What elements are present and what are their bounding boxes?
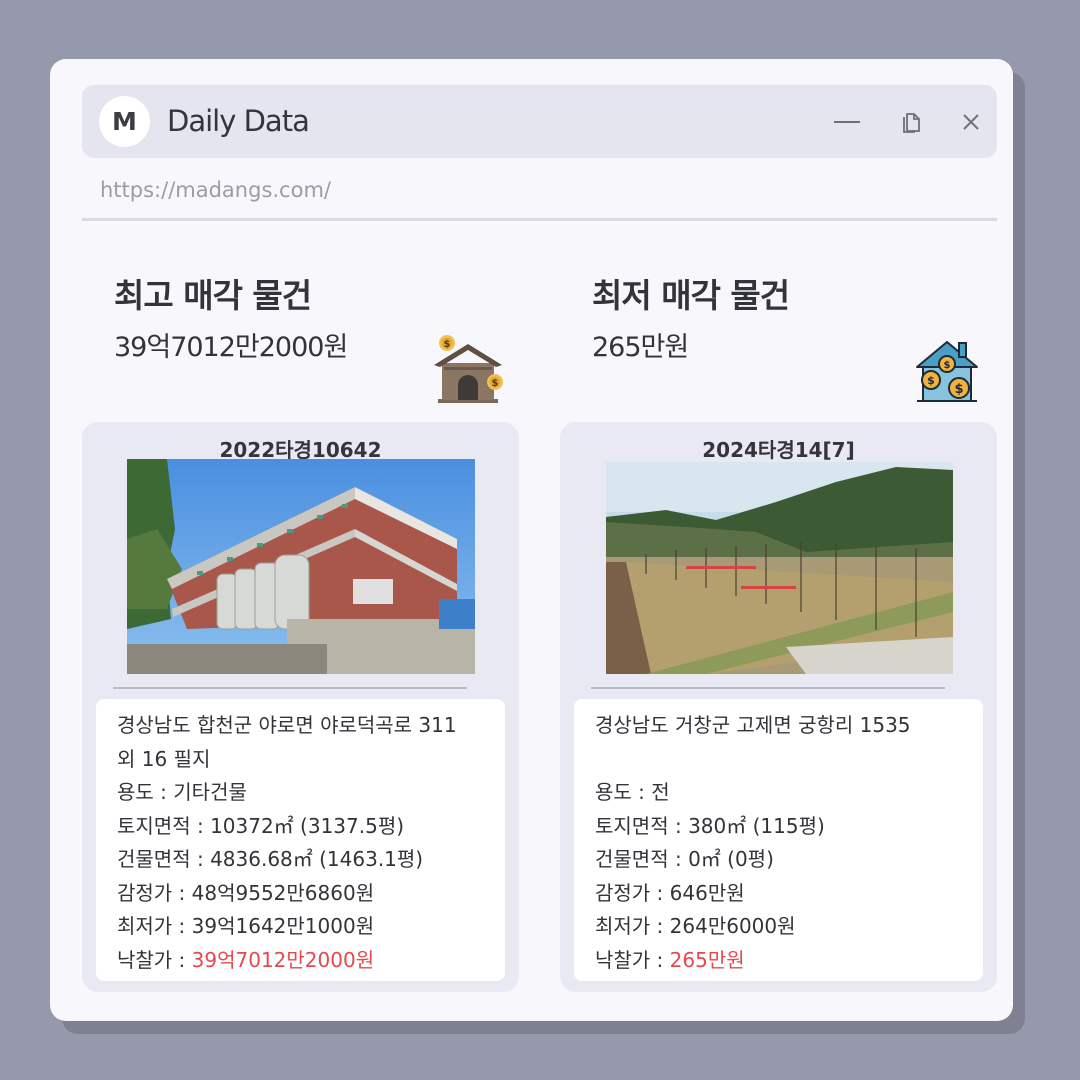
highest-building-row: 건물면적 : 4836.68㎡ (1463.1평) — [117, 843, 484, 877]
land-label: 토지면적 : — [595, 813, 689, 838]
lowest-details: 경상남도 거창군 고제면 궁항리 1535 용도 : 전 토지면적 : 380㎡… — [574, 699, 983, 981]
highest-card-divider — [113, 687, 467, 689]
highest-land-area: 10372㎡ (3137.5평) — [210, 813, 405, 838]
lowest-address: 경상남도 거창군 고제면 궁항리 1535 — [595, 713, 911, 737]
appraisal-label: 감정가 : — [595, 880, 670, 905]
close-icon[interactable] — [956, 107, 986, 137]
highest-address: 경상남도 합천군 야로면 야로덕곡로 311 — [117, 713, 457, 737]
lowest-property-photo — [606, 462, 953, 674]
highest-winning-row: 낙찰가 : 39억7012만2000원 — [117, 944, 484, 978]
app-title: Daily Data — [167, 104, 310, 138]
lowest-price: 265만원 — [592, 332, 689, 363]
lowest-land-area: 380㎡ (115평) — [688, 813, 825, 838]
usage-label: 용도 : — [117, 780, 174, 804]
header-divider — [82, 218, 997, 221]
lowest-case-number: 2024타경14[7] — [702, 438, 855, 462]
svg-text:$: $ — [444, 339, 451, 350]
land-label: 토지면적 : — [117, 813, 211, 838]
building-label: 건물면적 : — [117, 847, 211, 871]
highest-building-area: 4836.68㎡ (1463.1평) — [210, 847, 424, 871]
house-coins-icon: $ $ $ — [916, 341, 978, 402]
highest-heading: 최고 매각 물건 — [114, 276, 312, 315]
lowest-heading: 최저 매각 물건 — [592, 276, 790, 315]
minimum-label: 최저가 : — [595, 914, 670, 938]
highest-usage-row: 용도 : 기타건물 — [117, 776, 484, 810]
highest-details: 경상남도 합천군 야로면 야로덕곡로 311 외 16 필지 용도 : 기타건물… — [96, 699, 505, 981]
lowest-minimum-price: 264만6000원 — [669, 914, 796, 938]
building-label: 건물면적 : — [595, 847, 689, 871]
minimize-icon[interactable] — [832, 107, 862, 137]
minimum-label: 최저가 : — [117, 914, 192, 938]
highest-property-photo — [127, 459, 475, 674]
svg-text:$: $ — [954, 382, 963, 397]
lowest-appraisal-row: 감정가 : 646만원 — [595, 877, 962, 911]
highest-winning-bid: 39억7012만2000원 — [191, 947, 375, 972]
highest-price: 39억7012만2000원 — [114, 332, 348, 363]
lowest-card[interactable]: 2024타경14[7] 경상남도 거창군 고제면 궁항리 1535 용도: 전… — [560, 422, 997, 992]
lowest-appraisal: 646만원 — [669, 880, 745, 905]
highest-appraisal-row: 감정가 : 48억9552만6860원 — [117, 877, 484, 911]
app-logo: M — [99, 96, 150, 147]
highest-land-row: 토지면적 : 10372㎡ (3137.5평) — [117, 810, 484, 844]
lowest-address-extra — [595, 743, 962, 777]
appraisal-label: 감정가 : — [117, 880, 192, 905]
app-window: M Daily Data https://madangs.com/ 최고 매각 … — [50, 59, 1013, 1021]
lowest-winning-bid: 265만원 — [669, 947, 745, 972]
highest-usage: 기타건물 — [173, 780, 247, 804]
lowest-building-area: 0㎡ (0평) — [688, 847, 774, 871]
svg-text:$: $ — [944, 360, 951, 371]
url-text[interactable]: https://madangs.com/ — [100, 178, 331, 202]
lowest-land-row: 토지면적 : 380㎡ (115평) — [595, 810, 962, 844]
svg-text:$: $ — [492, 378, 499, 389]
highest-appraisal: 48억9552만6860원 — [191, 880, 375, 905]
copy-icon[interactable] — [896, 107, 926, 137]
winning-label: 낙찰가 : — [117, 947, 192, 972]
lowest-building-row: 건물면적 : 0㎡ (0평) — [595, 843, 962, 877]
lowest-usage-row: 용도 : 전 — [595, 776, 962, 810]
lowest-card-divider — [591, 687, 945, 689]
svg-text:$: $ — [927, 374, 935, 387]
highest-minimum-row: 최저가 : 39억1642만1000원 — [117, 910, 484, 944]
house-money-icon: $ $ — [434, 335, 503, 403]
highest-minimum-price: 39억1642만1000원 — [191, 914, 375, 938]
lowest-winning-row: 낙찰가 : 265만원 — [595, 944, 962, 978]
highest-address-extra: 외 16 필지 — [117, 746, 211, 771]
usage-label: 용도 : — [595, 780, 652, 804]
winning-label: 낙찰가 : — [595, 947, 670, 972]
title-bar: M Daily Data — [82, 85, 997, 158]
highest-card[interactable]: 2022타경10642 경상남도 합천군 야로면 야로덕곡로 311 외 16 … — [82, 422, 519, 992]
lowest-minimum-row: 최저가 : 264만6000원 — [595, 910, 962, 944]
lowest-usage: 전 — [651, 780, 670, 804]
